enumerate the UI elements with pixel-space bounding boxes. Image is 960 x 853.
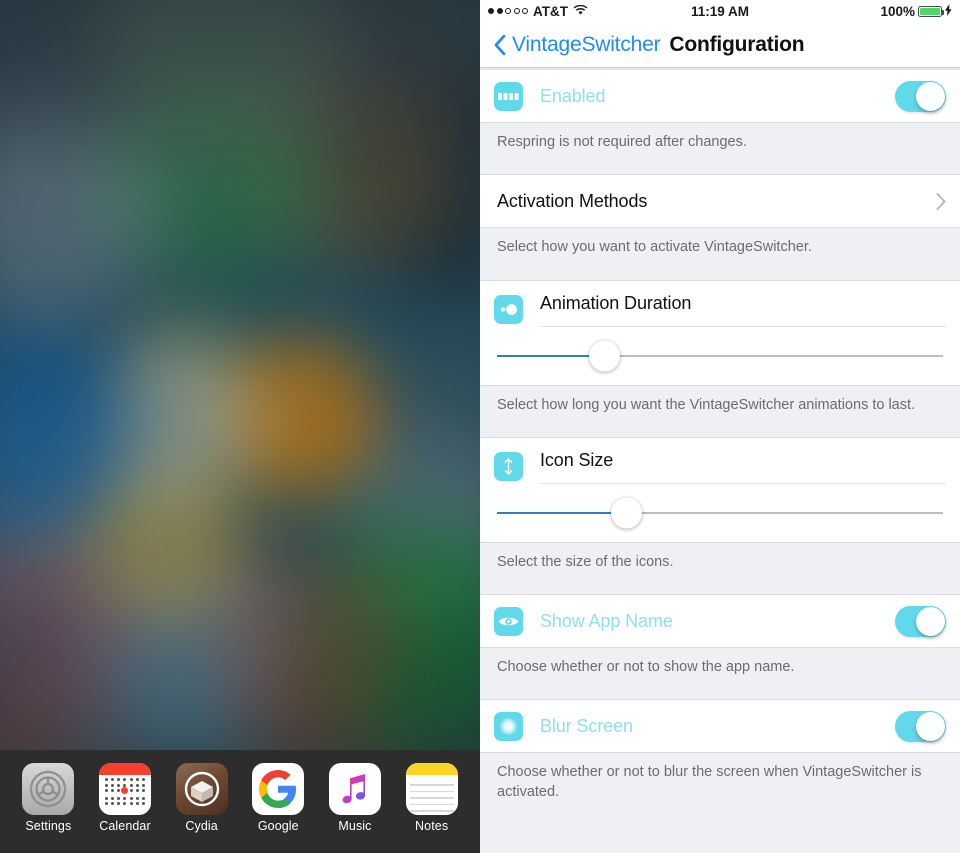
- dock-app-music[interactable]: Music: [319, 763, 391, 833]
- chevron-left-icon[interactable]: [494, 34, 506, 55]
- google-g-icon[interactable]: [252, 763, 305, 815]
- animation-motion-icon: [494, 295, 523, 325]
- dock-app-google[interactable]: Google: [242, 763, 314, 833]
- blur-circle-icon: [494, 711, 523, 741]
- dock: Settings Calendar Cydia Google Music Not…: [0, 750, 480, 853]
- footer-blur-screen: Choose whether or not to blur the screen…: [480, 753, 960, 815]
- blurred-homescreen: Settings Calendar Cydia Google Music Not…: [0, 0, 480, 853]
- row-animation-duration[interactable]: Animation Duration: [480, 279, 960, 386]
- eye-icon: [494, 606, 523, 636]
- dock-app-settings[interactable]: Settings: [12, 763, 84, 833]
- back-button-label[interactable]: VintageSwitcher: [512, 33, 661, 57]
- row-label: Blur Screen: [540, 715, 633, 736]
- settings-panel: AT&T 11:19 AM 100% VintageSwitcher Confi…: [480, 0, 960, 853]
- music-note-icon[interactable]: [328, 763, 381, 815]
- row-blur-screen[interactable]: Blur Screen: [480, 699, 960, 754]
- row-label: Show App Name: [540, 610, 673, 631]
- lightning-bolt-icon: [945, 3, 952, 19]
- section-gap: [480, 270, 960, 280]
- row-enabled[interactable]: Enabled: [480, 69, 960, 123]
- icon-size-slider[interactable]: [497, 484, 943, 542]
- row-label: Activation Methods: [497, 190, 648, 211]
- wallpaper-shade: [0, 0, 480, 853]
- row-label: Icon Size: [540, 450, 946, 484]
- row-label: Animation Duration: [540, 293, 946, 327]
- settings-scroll-area[interactable]: Enabled Respring is not required after c…: [480, 69, 960, 853]
- dock-app-label: Google: [257, 819, 299, 833]
- slider-thumb[interactable]: [610, 497, 642, 529]
- arrows-up-down-icon: [494, 452, 523, 482]
- enabled-toggle[interactable]: [895, 80, 946, 112]
- chevron-right-icon: [936, 192, 946, 210]
- footer-icon-size: Select the size of the icons.: [480, 542, 960, 586]
- animation-duration-slider[interactable]: [497, 327, 943, 385]
- section-gap: [480, 427, 960, 437]
- section-gap: [480, 165, 960, 175]
- show-app-name-toggle[interactable]: [895, 605, 946, 637]
- dock-app-label: Notes: [415, 819, 449, 833]
- settings-gear-icon[interactable]: [22, 763, 75, 815]
- wifi-icon: [573, 4, 588, 19]
- footer-show-app-name: Choose whether or not to show the app na…: [480, 648, 960, 691]
- slider-thumb[interactable]: [588, 340, 620, 372]
- carrier-label: AT&T: [533, 3, 568, 19]
- calendar-icon[interactable]: [98, 763, 151, 815]
- section-gap: [480, 690, 960, 700]
- screen-root: Settings Calendar Cydia Google Music Not…: [0, 0, 960, 853]
- signal-strength-icon: [488, 8, 528, 14]
- row-activation-methods[interactable]: Activation Methods: [480, 174, 960, 229]
- switcher-cards-icon: [494, 81, 523, 111]
- dock-app-label: Cydia: [185, 819, 218, 833]
- cydia-box-icon[interactable]: [175, 763, 228, 815]
- dock-app-notes[interactable]: Notes: [396, 763, 468, 833]
- notes-icon[interactable]: [405, 763, 458, 815]
- dock-app-calendar[interactable]: Calendar: [89, 763, 161, 833]
- footer-enabled: Respring is not required after changes.: [480, 123, 960, 166]
- row-icon-size[interactable]: Icon Size: [480, 436, 960, 543]
- status-bar: AT&T 11:19 AM 100%: [480, 0, 960, 22]
- dock-app-label: Settings: [25, 819, 72, 833]
- blur-screen-toggle[interactable]: [895, 710, 946, 742]
- row-show-app-name[interactable]: Show App Name: [480, 594, 960, 649]
- page-title: Configuration: [669, 32, 805, 56]
- clock: 11:19 AM: [690, 3, 750, 19]
- battery-icon: [918, 5, 944, 17]
- dock-app-label: Music: [338, 819, 372, 833]
- row-label: Enabled: [540, 85, 606, 106]
- dock-app-label: Calendar: [99, 819, 151, 833]
- dock-app-cydia[interactable]: Cydia: [166, 763, 238, 833]
- section-gap: [480, 585, 960, 595]
- slider-track-fill: [497, 511, 627, 514]
- footer-activation-methods: Select how you want to activate VintageS…: [480, 228, 960, 271]
- footer-animation-duration: Select how long you want the VintageSwit…: [480, 385, 960, 428]
- battery-percent-label: 100%: [880, 3, 915, 19]
- navigation-bar: VintageSwitcher Configuration: [480, 22, 960, 68]
